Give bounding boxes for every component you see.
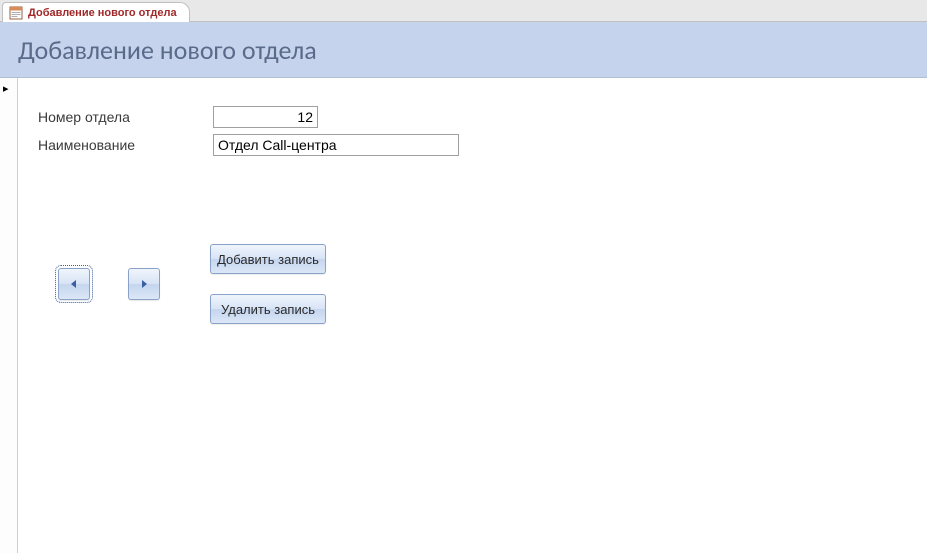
- row-dept-name: Наименование: [38, 134, 907, 156]
- tab-bar: Добавление нового отдела: [0, 0, 927, 22]
- add-record-button[interactable]: Добавить запись: [210, 244, 326, 274]
- record-selector[interactable]: ▸: [0, 78, 18, 553]
- form-title: Добавление нового отдела: [18, 34, 317, 66]
- next-record-button[interactable]: [128, 268, 160, 300]
- row-dept-number: Номер отдела: [38, 106, 907, 128]
- tab-label: Добавление нового отдела: [28, 7, 177, 19]
- triangle-right-icon: [139, 279, 149, 289]
- label-dept-name: Наименование: [38, 137, 213, 153]
- tab-add-department[interactable]: Добавление нового отдела: [2, 2, 190, 22]
- form-header: Добавление нового отдела: [0, 22, 927, 78]
- button-area: Добавить запись Удалить запись: [38, 244, 907, 324]
- prev-record-button[interactable]: [58, 268, 90, 300]
- triangle-left-icon: [69, 279, 79, 289]
- form-icon: [9, 6, 23, 20]
- delete-record-button[interactable]: Удалить запись: [210, 294, 326, 324]
- current-record-marker-icon: ▸: [3, 82, 9, 95]
- form-body: ▸ Номер отдела Наименование: [0, 78, 927, 553]
- action-column: Добавить запись Удалить запись: [210, 244, 326, 324]
- form-content: Номер отдела Наименование: [18, 78, 927, 553]
- input-dept-number[interactable]: [213, 106, 318, 128]
- nav-row: Добавить запись Удалить запись: [58, 244, 907, 324]
- label-dept-number: Номер отдела: [38, 109, 213, 125]
- input-dept-name[interactable]: [213, 134, 459, 156]
